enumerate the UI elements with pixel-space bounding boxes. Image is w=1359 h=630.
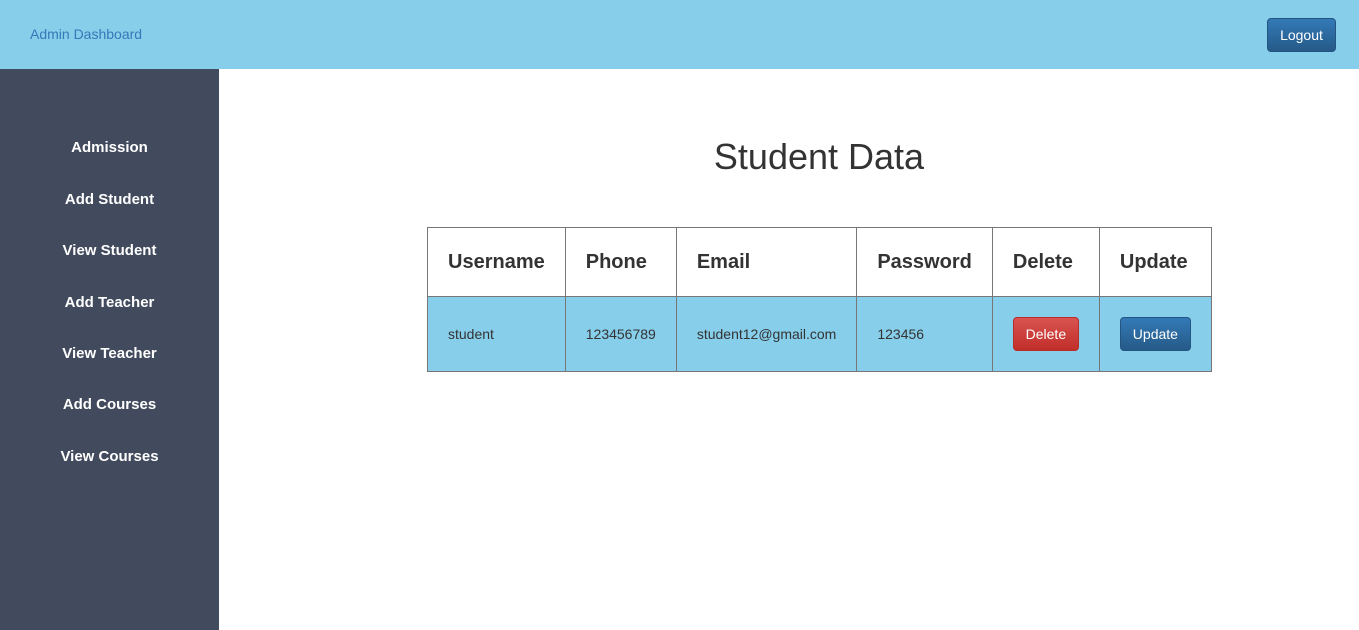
- cell-username: student: [427, 296, 566, 372]
- student-table: Username Phone Email Password Delete Upd…: [427, 227, 1213, 372]
- sidebar-item-view-courses[interactable]: View Courses: [0, 448, 219, 465]
- delete-button[interactable]: Delete: [1012, 317, 1079, 351]
- brand-link[interactable]: Admin Dashboard: [30, 26, 142, 42]
- column-header-username: Username: [427, 227, 566, 297]
- table-row: student 123456789 student12@gmail.com 12…: [427, 296, 1213, 372]
- column-header-password: Password: [856, 227, 993, 297]
- sidebar-item-view-student[interactable]: View Student: [0, 242, 219, 259]
- cell-update: Update: [1098, 296, 1213, 372]
- sidebar-item-admission[interactable]: Admission: [0, 139, 219, 156]
- update-button[interactable]: Update: [1119, 317, 1191, 351]
- cell-phone: 123456789: [564, 296, 677, 372]
- cell-email: student12@gmail.com: [675, 296, 858, 372]
- page-title: Student Data: [713, 136, 925, 177]
- column-header-update: Update: [1098, 227, 1213, 297]
- cell-password: 123456: [856, 296, 993, 372]
- top-navbar: Admin Dashboard Logout: [0, 0, 1359, 69]
- sidebar-item-view-teacher[interactable]: View Teacher: [0, 345, 219, 362]
- sidebar-item-add-teacher[interactable]: Add Teacher: [0, 294, 219, 311]
- column-header-delete: Delete: [991, 227, 1100, 297]
- logout-button[interactable]: Logout: [1267, 18, 1336, 52]
- sidebar-item-add-student[interactable]: Add Student: [0, 191, 219, 208]
- sidebar-item-add-courses[interactable]: Add Courses: [0, 396, 219, 413]
- table-header-row: Username Phone Email Password Delete Upd…: [427, 227, 1213, 297]
- sidebar: Admission Add Student View Student Add T…: [0, 69, 219, 630]
- column-header-email: Email: [675, 227, 858, 297]
- cell-delete: Delete: [991, 296, 1100, 372]
- column-header-phone: Phone: [564, 227, 677, 297]
